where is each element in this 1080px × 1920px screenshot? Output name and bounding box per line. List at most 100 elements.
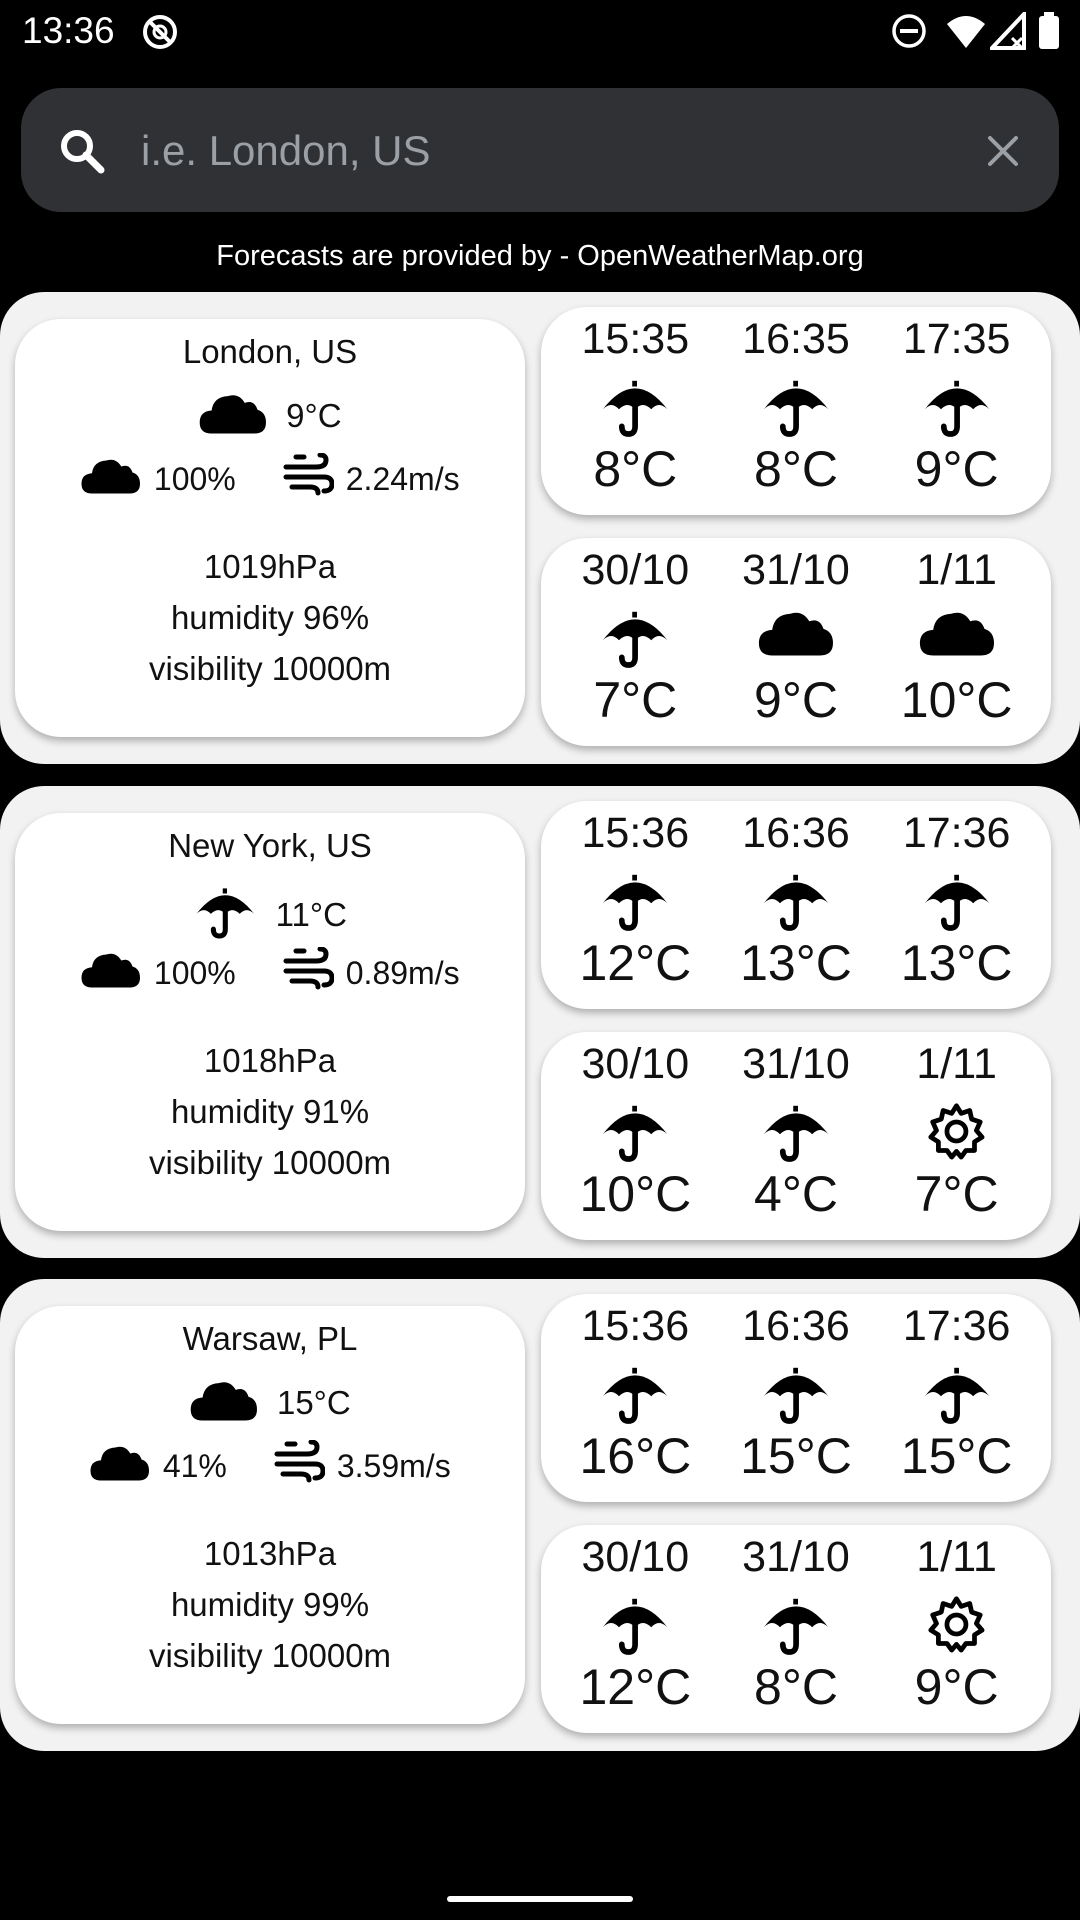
search-input[interactable]: [139, 120, 983, 182]
forecast-date: 1/11: [916, 1040, 997, 1088]
forecast-icon-wrap: [882, 608, 1032, 662]
forecast-icon-wrap: [560, 1595, 710, 1661]
forecast-row: 15:36 16°C 16:36 15°C 17:36 15°C: [541, 1294, 1051, 1502]
forecast-temperature: 8°C: [754, 441, 838, 497]
forecast-date: 31/10: [742, 1533, 850, 1581]
forecast-temperature: 9°C: [754, 672, 838, 728]
forecast-date: 1/11: [916, 546, 997, 594]
current-temperature: 11°C: [275, 895, 347, 933]
cloudiness-value: 41%: [162, 1447, 227, 1484]
hourly-forecast-panel[interactable]: 15:35 8°C 16:35 8°C 17:35 9°C: [541, 307, 1051, 515]
current-temperature: 9°C: [286, 396, 342, 434]
cloud-wind-row: 100% 2.24m/s: [15, 452, 525, 505]
city-card[interactable]: New York, US 11°C 100% 0.89m/s 1018hPa humidi…: [0, 786, 1080, 1258]
forecast-row: 30/10 10°C 31/10 4°C 1/11 7°C: [541, 1032, 1051, 1240]
current-weather-panel[interactable]: London, US 9°C 100% 2.24m/s 1019hPa humidity …: [15, 319, 525, 737]
forecast-date: 30/10: [581, 1040, 690, 1088]
daily-forecast-item: 30/10 12°C: [560, 1525, 710, 1733]
forecast-row: 15:35 8°C 16:35 8°C 17:35 9°C: [541, 307, 1051, 515]
pressure: 1013hPa: [203, 1535, 337, 1572]
forecast-time: 15:36: [581, 1302, 690, 1350]
forecast-icon-wrap: [882, 871, 1032, 937]
hourly-forecast-item: 16:36 13°C: [721, 801, 871, 1009]
forecast-temperature: 7°C: [914, 1166, 999, 1222]
wind: 3.59m/s: [273, 1439, 451, 1492]
umbrella-icon: [599, 1595, 671, 1661]
umbrella-icon: [760, 1102, 832, 1168]
forecast-temperature: 8°C: [754, 1659, 838, 1715]
hourly-forecast-item: 17:36 13°C: [882, 801, 1032, 1009]
forecast-icon-wrap: [560, 871, 710, 937]
forecast-row: 30/10 12°C 31/10 8°C 1/11 9°C: [541, 1525, 1051, 1733]
forecast-temperature: 8°C: [593, 441, 678, 497]
forecast-icon-wrap: [882, 377, 1032, 443]
umbrella-icon: [599, 377, 671, 443]
signal-icon: [987, 8, 1026, 55]
wind-icon: [282, 946, 335, 999]
forecast-time: 16:36: [742, 1302, 850, 1350]
forecast-time: 15:36: [581, 809, 690, 857]
forecast-icon-wrap: [721, 1102, 871, 1168]
current-weather-panel[interactable]: Warsaw, PL 15°C 41% 3.59m/s 1013hPa humidity …: [15, 1306, 525, 1724]
umbrella-icon: [760, 377, 832, 443]
forecast-temperature: 15°C: [900, 1428, 1013, 1484]
hourly-forecast-item: 17:35 9°C: [882, 307, 1032, 515]
forecast-time: 16:36: [742, 809, 850, 857]
city-card[interactable]: London, US 9°C 100% 2.24m/s 1019hPa humidity …: [0, 292, 1080, 764]
hourly-forecast-item: 16:35 8°C: [721, 307, 871, 515]
visibility: visibility 10000m: [148, 650, 392, 687]
no-disturb-app-icon: [140, 12, 180, 57]
battery-icon: [1038, 12, 1060, 55]
wind: 0.89m/s: [282, 946, 460, 999]
current-weather-panel[interactable]: New York, US 11°C 100% 0.89m/s 1018hPa humidi…: [15, 813, 525, 1231]
hourly-forecast-item: 16:36 15°C: [721, 1294, 871, 1502]
forecast-date: 1/11: [916, 1533, 997, 1581]
sun-icon: [927, 1102, 986, 1166]
cloud-icon: [80, 456, 142, 503]
hourly-forecast-panel[interactable]: 15:36 12°C 16:36 13°C 17:36 13°C: [541, 801, 1051, 1009]
cloud-icon: [198, 391, 268, 440]
forecast-date: 30/10: [581, 1533, 690, 1581]
umbrella-icon: [599, 1102, 671, 1168]
umbrella-icon: [599, 608, 671, 674]
current-temperature: 15°C: [276, 1383, 351, 1421]
do-not-disturb-icon: [890, 12, 928, 55]
wind-icon: [282, 452, 335, 505]
forecast-temperature: 12°C: [579, 935, 692, 991]
wind-icon: [273, 1439, 326, 1492]
hourly-forecast-panel[interactable]: 15:36 16°C 16:36 15°C 17:36 15°C: [541, 1294, 1051, 1502]
forecast-time: 17:35: [902, 315, 1011, 363]
forecast-time: 15:35: [581, 315, 690, 363]
cloudiness: 41%: [89, 1443, 227, 1490]
forecast-icon-wrap: [721, 871, 871, 937]
search-bar[interactable]: [21, 88, 1059, 212]
daily-forecast-item: 31/10 9°C: [721, 538, 871, 746]
city-card[interactable]: Warsaw, PL 15°C 41% 3.59m/s 1013hPa humidity …: [0, 1279, 1080, 1751]
umbrella-icon: [760, 1364, 832, 1430]
daily-forecast-item: 31/10 8°C: [721, 1525, 871, 1733]
umbrella-icon: [760, 871, 832, 937]
forecast-icon-wrap: [560, 608, 710, 674]
forecast-icon-wrap: [882, 1364, 1032, 1430]
forecast-temperature: 10°C: [900, 672, 1013, 728]
forecast-icon-wrap: [721, 1595, 871, 1661]
search-icon[interactable]: [59, 128, 105, 179]
cloud-icon: [918, 608, 996, 662]
daily-forecast-panel[interactable]: 30/10 10°C 31/10 4°C 1/11 7°C: [541, 1032, 1051, 1240]
home-indicator[interactable]: [447, 1896, 633, 1902]
close-icon[interactable]: [986, 134, 1020, 173]
cloud-icon: [189, 1378, 259, 1427]
hourly-forecast-item: 15:35 8°C: [560, 307, 710, 515]
forecast-row: 30/10 7°C 31/10 9°C 1/11 10°C: [541, 538, 1051, 746]
daily-forecast-panel[interactable]: 30/10 7°C 31/10 9°C 1/11 10°C: [541, 538, 1051, 746]
current-condition-row: 11°C: [15, 885, 525, 944]
current-condition-row: 9°C: [15, 391, 525, 440]
pressure: 1018hPa: [203, 1042, 337, 1079]
daily-forecast-item: 1/11 7°C: [882, 1032, 1032, 1240]
forecast-temperature: 16°C: [579, 1428, 692, 1484]
forecast-temperature: 9°C: [914, 1659, 999, 1715]
forecast-temperature: 10°C: [579, 1166, 692, 1222]
daily-forecast-panel[interactable]: 30/10 12°C 31/10 8°C 1/11 9°C: [541, 1525, 1051, 1733]
cloud-icon: [89, 1443, 151, 1490]
humidity: humidity 99%: [170, 1586, 370, 1623]
